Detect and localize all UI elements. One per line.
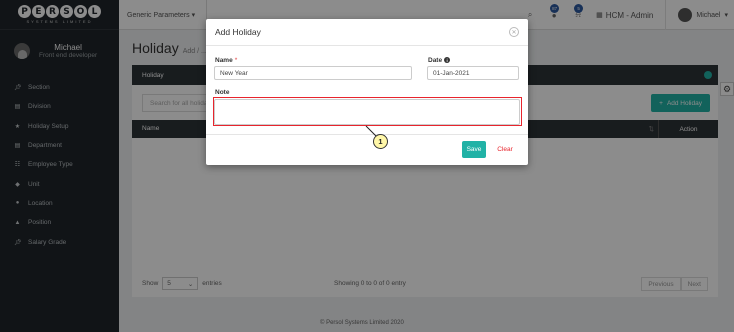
date-field[interactable]: [427, 66, 519, 80]
callout-marker: 1: [373, 134, 388, 149]
required-marker: *: [234, 57, 238, 64]
modal-title: Add Holiday: [215, 27, 261, 37]
clear-button[interactable]: Clear: [492, 141, 518, 158]
note-label: Note: [215, 89, 230, 96]
info-icon: i: [444, 57, 451, 64]
close-icon[interactable]: ✕: [509, 27, 519, 37]
name-field[interactable]: [214, 66, 412, 80]
modal-header: Add Holiday ✕: [206, 19, 528, 46]
add-holiday-modal: Add Holiday ✕ Name* Datei Note Save Clea…: [206, 19, 528, 165]
save-button[interactable]: Save: [462, 141, 486, 158]
name-label: Name *: [215, 57, 238, 64]
divider: [206, 134, 528, 135]
note-field[interactable]: [214, 99, 520, 125]
date-label: Date i: [428, 57, 451, 64]
